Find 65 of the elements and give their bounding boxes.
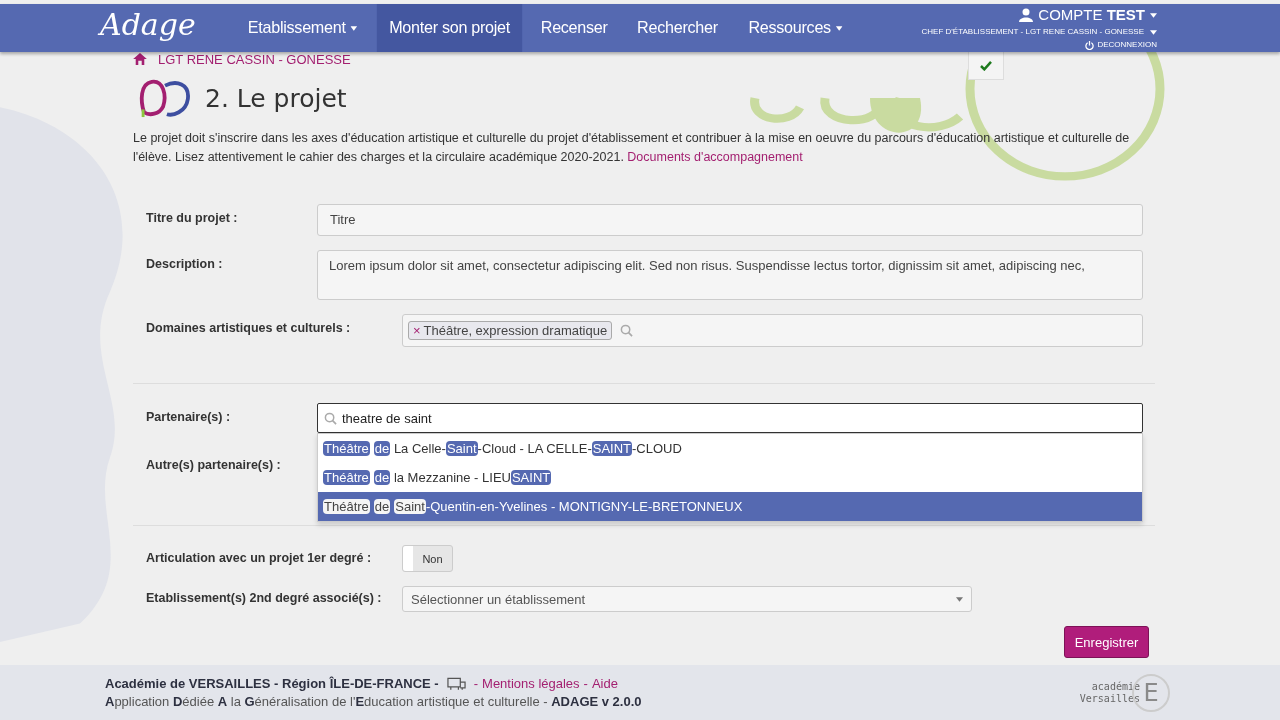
suggestion-option[interactable]: Théâtre de Saint-Quentin-en-Yvelines - MONTIGNY-LE-BRETONNEUX [318,492,1142,521]
search-icon [620,324,634,337]
text-field[interactable]: Titre [317,204,1143,236]
account-menu[interactable]: COMPTE TEST [1019,5,1157,25]
footer-text: Académie de VERSAILLES - Région ÎLE-DE-FRANCE - [105,676,439,691]
page-title: 2. Le projet [205,83,347,113]
option-text: -Quentin-en-Yvelines - MONTIGNY-LE-BRETONNEUX [425,499,743,514]
match-highlight: de [373,470,391,485]
nav-tab[interactable]: Recenser [528,4,621,52]
footer-link[interactable]: Aide [591,676,618,691]
power-icon [1085,40,1095,50]
caret-icon [1150,29,1157,35]
suggestion-option[interactable]: Théâtre de la Mezzanine - LIEU SAINT [318,463,1142,492]
match-highlight: de [373,441,391,456]
match-highlight: de [373,499,391,514]
match-highlight: Saint [445,441,478,456]
select-dropdown[interactable]: Sélectionner un établissement [402,586,972,612]
search-field[interactable]: theatre de saint [317,403,1143,433]
suggestion-option[interactable]: Théâtre de La Celle-Saint-Cloud - LA CELLE-SAINT-CLOUD [318,434,1142,463]
project-logo-icon [138,78,192,118]
nav-tab[interactable]: Etablissement [235,4,370,52]
description-field[interactable]: Lorem ipsum dolor sit amet, consectetur adipiscing elit. Sed non risus. Suspendisse lectus tortor, dignissim sit amet, adipiscing nec, [317,250,1143,300]
documents-link[interactable]: Documents d'accompagnement [627,149,803,164]
match-highlight: Théâtre [323,470,370,485]
logout-link[interactable]: DECONNEXION [1085,39,1157,51]
field-label: Domaines artistiques et culturels : [146,320,352,335]
role-menu[interactable]: CHEF D'ÉTABLISSEMENT - LGT RENE CASSIN - GONESSE [921,25,1157,39]
nav-tab[interactable]: Monter son projet [376,4,523,52]
step-indicator[interactable] [968,52,1004,80]
check-icon [980,60,992,71]
footer-text: Application Dédiée A la Généralisation de l'Education artistique et culturelle - ADAGE v 2.0.0 [105,694,642,709]
nav-tab[interactable]: Ressources [736,4,855,52]
tags-field[interactable]: × Théâtre, expression dramatique [402,314,1143,347]
match-highlight: Théâtre [323,441,370,456]
option-text: la Mezzanine - LIEU [392,470,511,485]
remove-icon[interactable]: × [413,323,421,338]
option-text: -CLOUD [632,441,682,456]
user-icon [1019,8,1034,22]
caret-icon [1150,12,1157,18]
footer-link[interactable]: Mentions légales [482,676,580,691]
tag-chip[interactable]: × Théâtre, expression dramatique [408,321,613,340]
toggle-switch[interactable]: Non [402,545,453,572]
field-label: Partenaire(s) : [146,409,232,424]
search-icon [324,411,337,425]
bus-icon [446,676,466,691]
field-label: Titre du projet : [146,210,239,225]
field-label: Description : [146,256,224,271]
separator: - [473,676,479,691]
home-icon[interactable] [133,53,147,65]
nav-tab[interactable]: Rechercher [625,4,731,52]
intro-paragraph: Le projet doit s'inscrire dans les axes d'éducation artistique et culturelle du projet d'établissement et contribuer à la mise en oeuvre du parcours d'éducation artistique et culturelle de l'élève. Lisez attentivement le cahier des charges et la circulaire académique 2020-2021. Documents d'accompagnement [133,130,1131,166]
match-highlight: Théâtre [323,499,370,514]
tag-label: Théâtre, expression dramatique [423,323,608,338]
match-highlight: Saint [394,499,426,514]
breadcrumb-link[interactable]: LGT RENE CASSIN - GONESSE [158,51,351,67]
caret-icon [956,596,963,602]
separator: - [583,676,588,691]
save-button[interactable]: Enregistrer [1064,626,1149,658]
match-highlight: SAINT [510,470,552,485]
field-label: Etablissement(s) 2nd degré associé(s) : [146,590,383,605]
field-label: Articulation avec un projet 1er degré : [146,550,373,565]
option-text: -Cloud - LA CELLE- [477,441,592,456]
option-text: La Celle- [392,441,446,456]
match-highlight: SAINT [591,441,633,456]
field-label: Autre(s) partenaire(s) : [146,457,282,472]
